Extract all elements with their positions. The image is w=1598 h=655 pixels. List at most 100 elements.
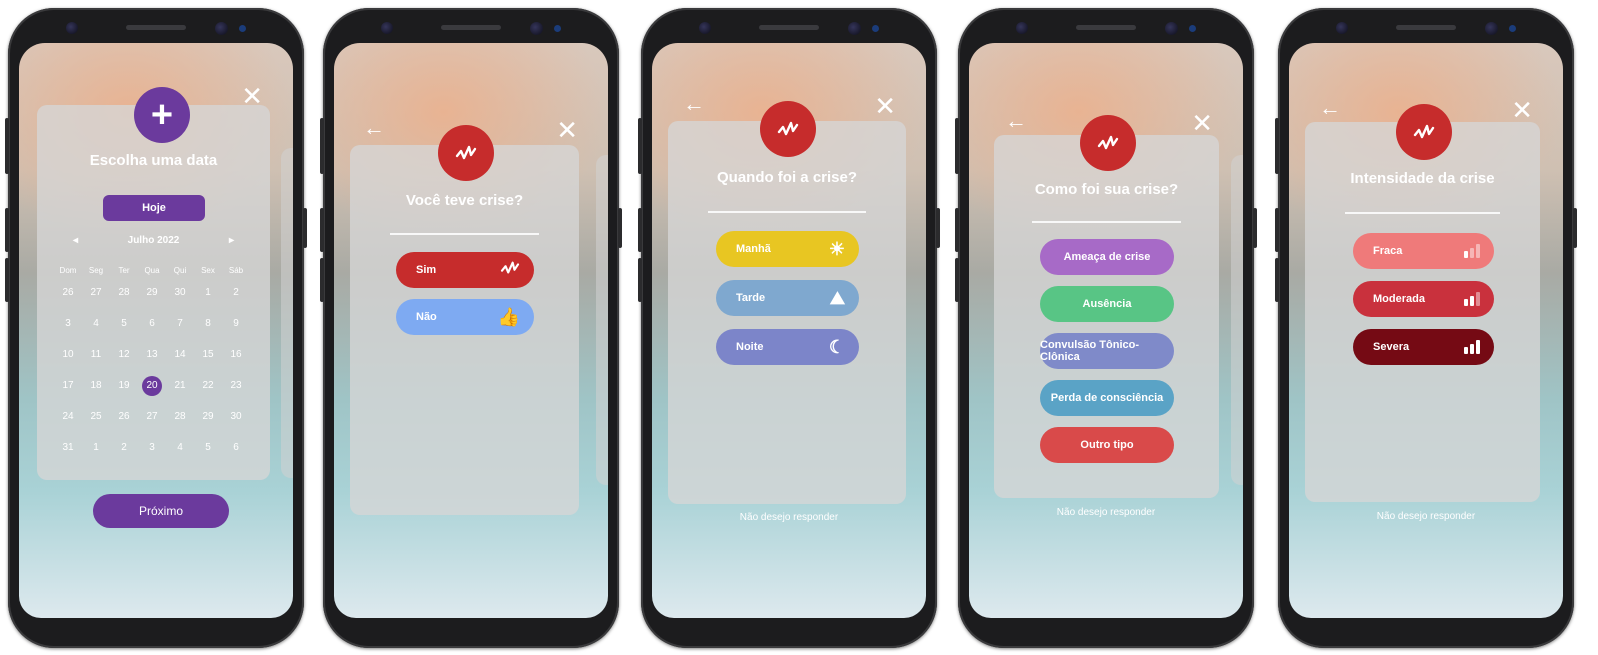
calendar-day[interactable]: 3 (54, 314, 82, 345)
calendar-day[interactable]: 11 (82, 345, 110, 376)
calendar-day[interactable]: 6 (222, 438, 250, 469)
side-button (638, 258, 642, 302)
next-month-icon[interactable]: ▸ (229, 235, 234, 246)
weekday-label: Ter (118, 266, 130, 275)
calendar-day[interactable]: 4 (82, 314, 110, 345)
option-button[interactable]: Moderada (1353, 281, 1494, 317)
side-button (5, 258, 9, 302)
option-label: Noite (736, 341, 764, 353)
calendar-day[interactable]: 27 (138, 407, 166, 438)
calendar-day[interactable]: 2 (222, 283, 250, 314)
calendar-day[interactable]: 6 (138, 314, 166, 345)
calendar-day[interactable]: 16 (222, 345, 250, 376)
calendar-day[interactable]: 31 (54, 438, 82, 469)
phone-frame-4: ← ✕ Como foi sua crise? Ameaça de crise A… (955, 8, 1257, 648)
back-arrow-icon[interactable]: ← (363, 117, 385, 139)
calendar-day[interactable]: 1 (194, 283, 222, 314)
calendar-day[interactable]: 17 (54, 376, 82, 407)
next-button[interactable]: Próximo (93, 494, 229, 528)
seizure-wave-icon (500, 260, 520, 281)
side-button (303, 208, 307, 248)
calendar-day[interactable]: 2 (110, 438, 138, 469)
option-button[interactable]: Não 👍 (396, 299, 534, 335)
option-button[interactable]: Noite ☾ (716, 329, 859, 365)
calendar-day[interactable]: 8 (194, 314, 222, 345)
option-button[interactable]: Fraca (1353, 233, 1494, 269)
option-label: Tarde (736, 292, 766, 304)
option-label: Ausência (1082, 298, 1132, 310)
signal-bar (1470, 248, 1474, 258)
calendar-day[interactable]: 10 (54, 345, 82, 376)
option-button[interactable]: Ausência (1040, 286, 1174, 322)
option-button[interactable]: Convulsão Tônico-Clônica (1040, 333, 1174, 369)
calendar-day-selected[interactable]: 20 (138, 376, 166, 407)
option-button[interactable]: Outro tipo (1040, 427, 1174, 463)
calendar-day[interactable]: 22 (194, 376, 222, 407)
back-arrow-icon[interactable]: ← (1005, 110, 1027, 132)
calendar-day[interactable]: 29 (138, 283, 166, 314)
side-button (320, 258, 324, 302)
calendar-day[interactable]: 1 (82, 438, 110, 469)
calendar-day[interactable]: 5 (110, 314, 138, 345)
calendar-day[interactable]: 29 (194, 407, 222, 438)
crisis-intensity-screen: ← ✕ Intensidade da crise Fraca Moderada Se… (1289, 43, 1563, 618)
option-button[interactable]: Manhã ☀ (716, 231, 859, 267)
side-button (1275, 258, 1279, 302)
calendar-day[interactable]: 7 (166, 314, 194, 345)
side-button (955, 208, 959, 252)
side-button (955, 118, 959, 174)
calendar-day[interactable]: 15 (194, 345, 222, 376)
front-camera (699, 22, 711, 34)
back-arrow-icon[interactable]: ← (1319, 97, 1341, 119)
calendar-day[interactable]: 3 (138, 438, 166, 469)
calendar-day[interactable]: 14 (166, 345, 194, 376)
skip-link[interactable]: Não desejo responder (1289, 511, 1563, 522)
close-icon[interactable]: ✕ (1191, 110, 1213, 136)
selected-day-label: 20 (142, 376, 162, 396)
calendar-day[interactable]: 28 (110, 283, 138, 314)
front-camera (1016, 22, 1028, 34)
close-icon[interactable]: ✕ (556, 117, 578, 143)
option-button[interactable]: Sim (396, 252, 534, 288)
today-button[interactable]: Hoje (103, 195, 205, 221)
calendar-day[interactable]: 30 (222, 407, 250, 438)
speaker (126, 25, 186, 30)
skip-link[interactable]: Não desejo responder (652, 512, 926, 523)
option-label: Moderada (1373, 293, 1425, 305)
option-button[interactable]: Ameaça de crise (1040, 239, 1174, 275)
skip-link[interactable]: Não desejo responder (969, 507, 1243, 518)
side-button (936, 208, 940, 248)
calendar-day[interactable]: 30 (166, 283, 194, 314)
calendar-day[interactable]: 24 (54, 407, 82, 438)
close-icon[interactable]: ✕ (1511, 97, 1533, 123)
close-icon[interactable]: ✕ (874, 93, 896, 119)
calendar-day[interactable]: 18 (82, 376, 110, 407)
weekday-label: Sáb (228, 266, 244, 275)
calendar-day[interactable]: 13 (138, 345, 166, 376)
next-card-peek (281, 148, 293, 478)
calendar-day[interactable]: 25 (82, 407, 110, 438)
weekday-label: Sex (201, 266, 215, 275)
weekday-label: Qua (144, 266, 160, 275)
divider (1345, 212, 1500, 214)
calendar-day[interactable]: 27 (82, 283, 110, 314)
option-button[interactable]: Perda de consciência (1040, 380, 1174, 416)
back-arrow-icon[interactable]: ← (683, 93, 705, 115)
prev-month-icon[interactable]: ◂ (73, 235, 78, 246)
calendar-day[interactable]: 4 (166, 438, 194, 469)
calendar-day[interactable]: 21 (166, 376, 194, 407)
calendar-day[interactable]: 26 (110, 407, 138, 438)
next-card-peek (1231, 155, 1243, 485)
side-button (638, 208, 642, 252)
calendar-day[interactable]: 9 (222, 314, 250, 345)
date-card: Escolha uma data Hoje ◂ Julho 2022 ▸ Dom… (37, 105, 270, 480)
calendar-day[interactable]: 28 (166, 407, 194, 438)
calendar-day[interactable]: 5 (194, 438, 222, 469)
date-picker-screen: ✕ Escolha uma data Hoje ◂ Julho 2022 ▸ D… (19, 43, 293, 618)
calendar-day[interactable]: 12 (110, 345, 138, 376)
calendar-day[interactable]: 19 (110, 376, 138, 407)
option-button[interactable]: Tarde ⛰ (716, 280, 859, 316)
calendar-day[interactable]: 26 (54, 283, 82, 314)
option-button[interactable]: Severa (1353, 329, 1494, 365)
calendar-day[interactable]: 23 (222, 376, 250, 407)
